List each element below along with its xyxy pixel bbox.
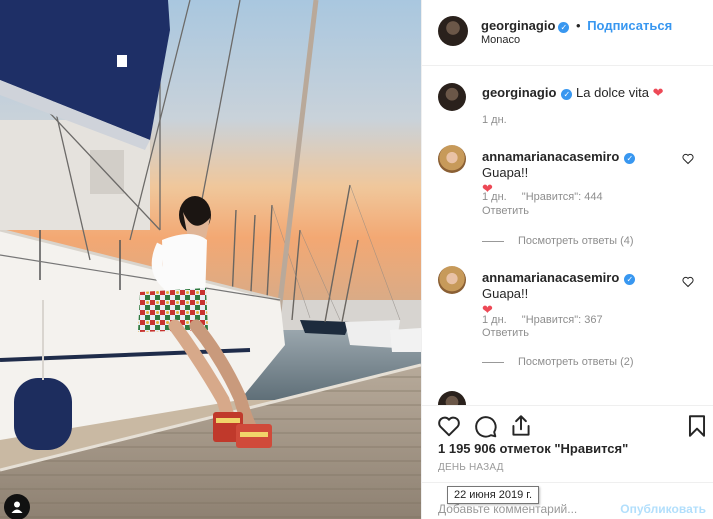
view-replies-button[interactable]: Посмотреть ответы (2) (482, 356, 634, 368)
view-replies-button[interactable]: Посмотреть ответы (4) (482, 235, 634, 247)
reply-button[interactable]: Ответить (482, 327, 529, 339)
verified-badge-icon: ✓ (558, 22, 570, 33)
replies-divider (482, 240, 504, 242)
comment-text: georginagio ✓ La dolce vita ❤ (482, 85, 672, 101)
comment-username[interactable]: annamarianacasemiro (482, 270, 619, 285)
comment-avatar[interactable] (438, 83, 466, 111)
comment-likes[interactable]: "Нравится": 367 (522, 314, 603, 326)
comment-body: Guapa!! (482, 165, 529, 180)
comment-avatar[interactable] (438, 145, 466, 173)
author-avatar[interactable] (438, 16, 468, 46)
post-photo[interactable] (0, 0, 421, 519)
post-actions-bar (422, 405, 713, 445)
heart-icon[interactable] (436, 413, 462, 439)
comment-text: annamarianacasemiro ✓ Guapa!! ❤ (482, 270, 672, 318)
comment-meta: 1 дн. "Нравится": 444 (482, 191, 615, 203)
profile-icon[interactable] (4, 494, 30, 519)
date-tooltip: 22 июня 2019 г. (447, 486, 540, 504)
comment-icon[interactable] (472, 413, 498, 439)
comment-meta: 1 дн. "Нравится": 367 (482, 314, 615, 326)
comment-like-heart-icon[interactable] (682, 153, 694, 165)
location-link[interactable]: Monaco (481, 34, 520, 46)
author-username[interactable]: georginagio (481, 18, 555, 33)
likes-count[interactable]: 1 195 906 отметок "Нравится" (438, 441, 628, 456)
reply-button[interactable]: Ответить (482, 205, 529, 217)
view-replies-label: Посмотреть ответы (2) (518, 356, 634, 368)
post-header: georginagio ✓ • Подписаться Monaco (422, 0, 713, 66)
comment-username[interactable]: georginagio (482, 85, 556, 100)
publish-button[interactable]: Опубликовать (620, 502, 706, 516)
share-icon[interactable] (508, 413, 534, 439)
replies-divider (482, 361, 504, 363)
view-replies-label: Посмотреть ответы (4) (518, 235, 634, 247)
bookmark-icon[interactable] (684, 413, 710, 439)
comment-time[interactable]: 1 дн. (482, 114, 507, 126)
comment-time[interactable]: 1 дн. (482, 314, 507, 326)
photo-scene (0, 0, 421, 519)
verified-badge-icon: ✓ (624, 153, 636, 164)
comment-avatar[interactable] (438, 391, 466, 405)
comment-body: La dolce vita (576, 85, 650, 100)
comment-meta: 1 дн. (482, 114, 519, 126)
verified-badge-icon: ✓ (624, 274, 636, 285)
comment-likes[interactable]: "Нравится": 444 (522, 191, 603, 203)
comment-avatar[interactable] (438, 266, 466, 294)
comment-text: annamarianacasemiro ✓ Guapa!! ❤ (482, 149, 672, 197)
comment-body: Guapa!! (482, 286, 529, 301)
verified-badge-icon: ✓ (561, 89, 573, 100)
comment-username[interactable]: annamarianacasemiro (482, 149, 619, 164)
author-line: georginagio ✓ • Подписаться (481, 18, 672, 33)
post-date[interactable]: ДЕНЬ НАЗАД (438, 462, 504, 473)
post-side-panel: georginagio ✓ • Подписаться Monaco georgi… (421, 0, 713, 519)
follow-button[interactable]: Подписаться (587, 18, 672, 33)
comment-input[interactable]: Добавьте комментарий... (438, 502, 577, 516)
separator-dot: • (576, 18, 581, 33)
red-heart-emoji: ❤ (652, 85, 664, 100)
comment-time[interactable]: 1 дн. (482, 191, 507, 203)
comment-like-heart-icon[interactable] (682, 276, 694, 288)
comments-list[interactable]: georginagio ✓ La dolce vita ❤ 1 дн. annam… (422, 67, 713, 405)
comment-text (482, 395, 672, 405)
